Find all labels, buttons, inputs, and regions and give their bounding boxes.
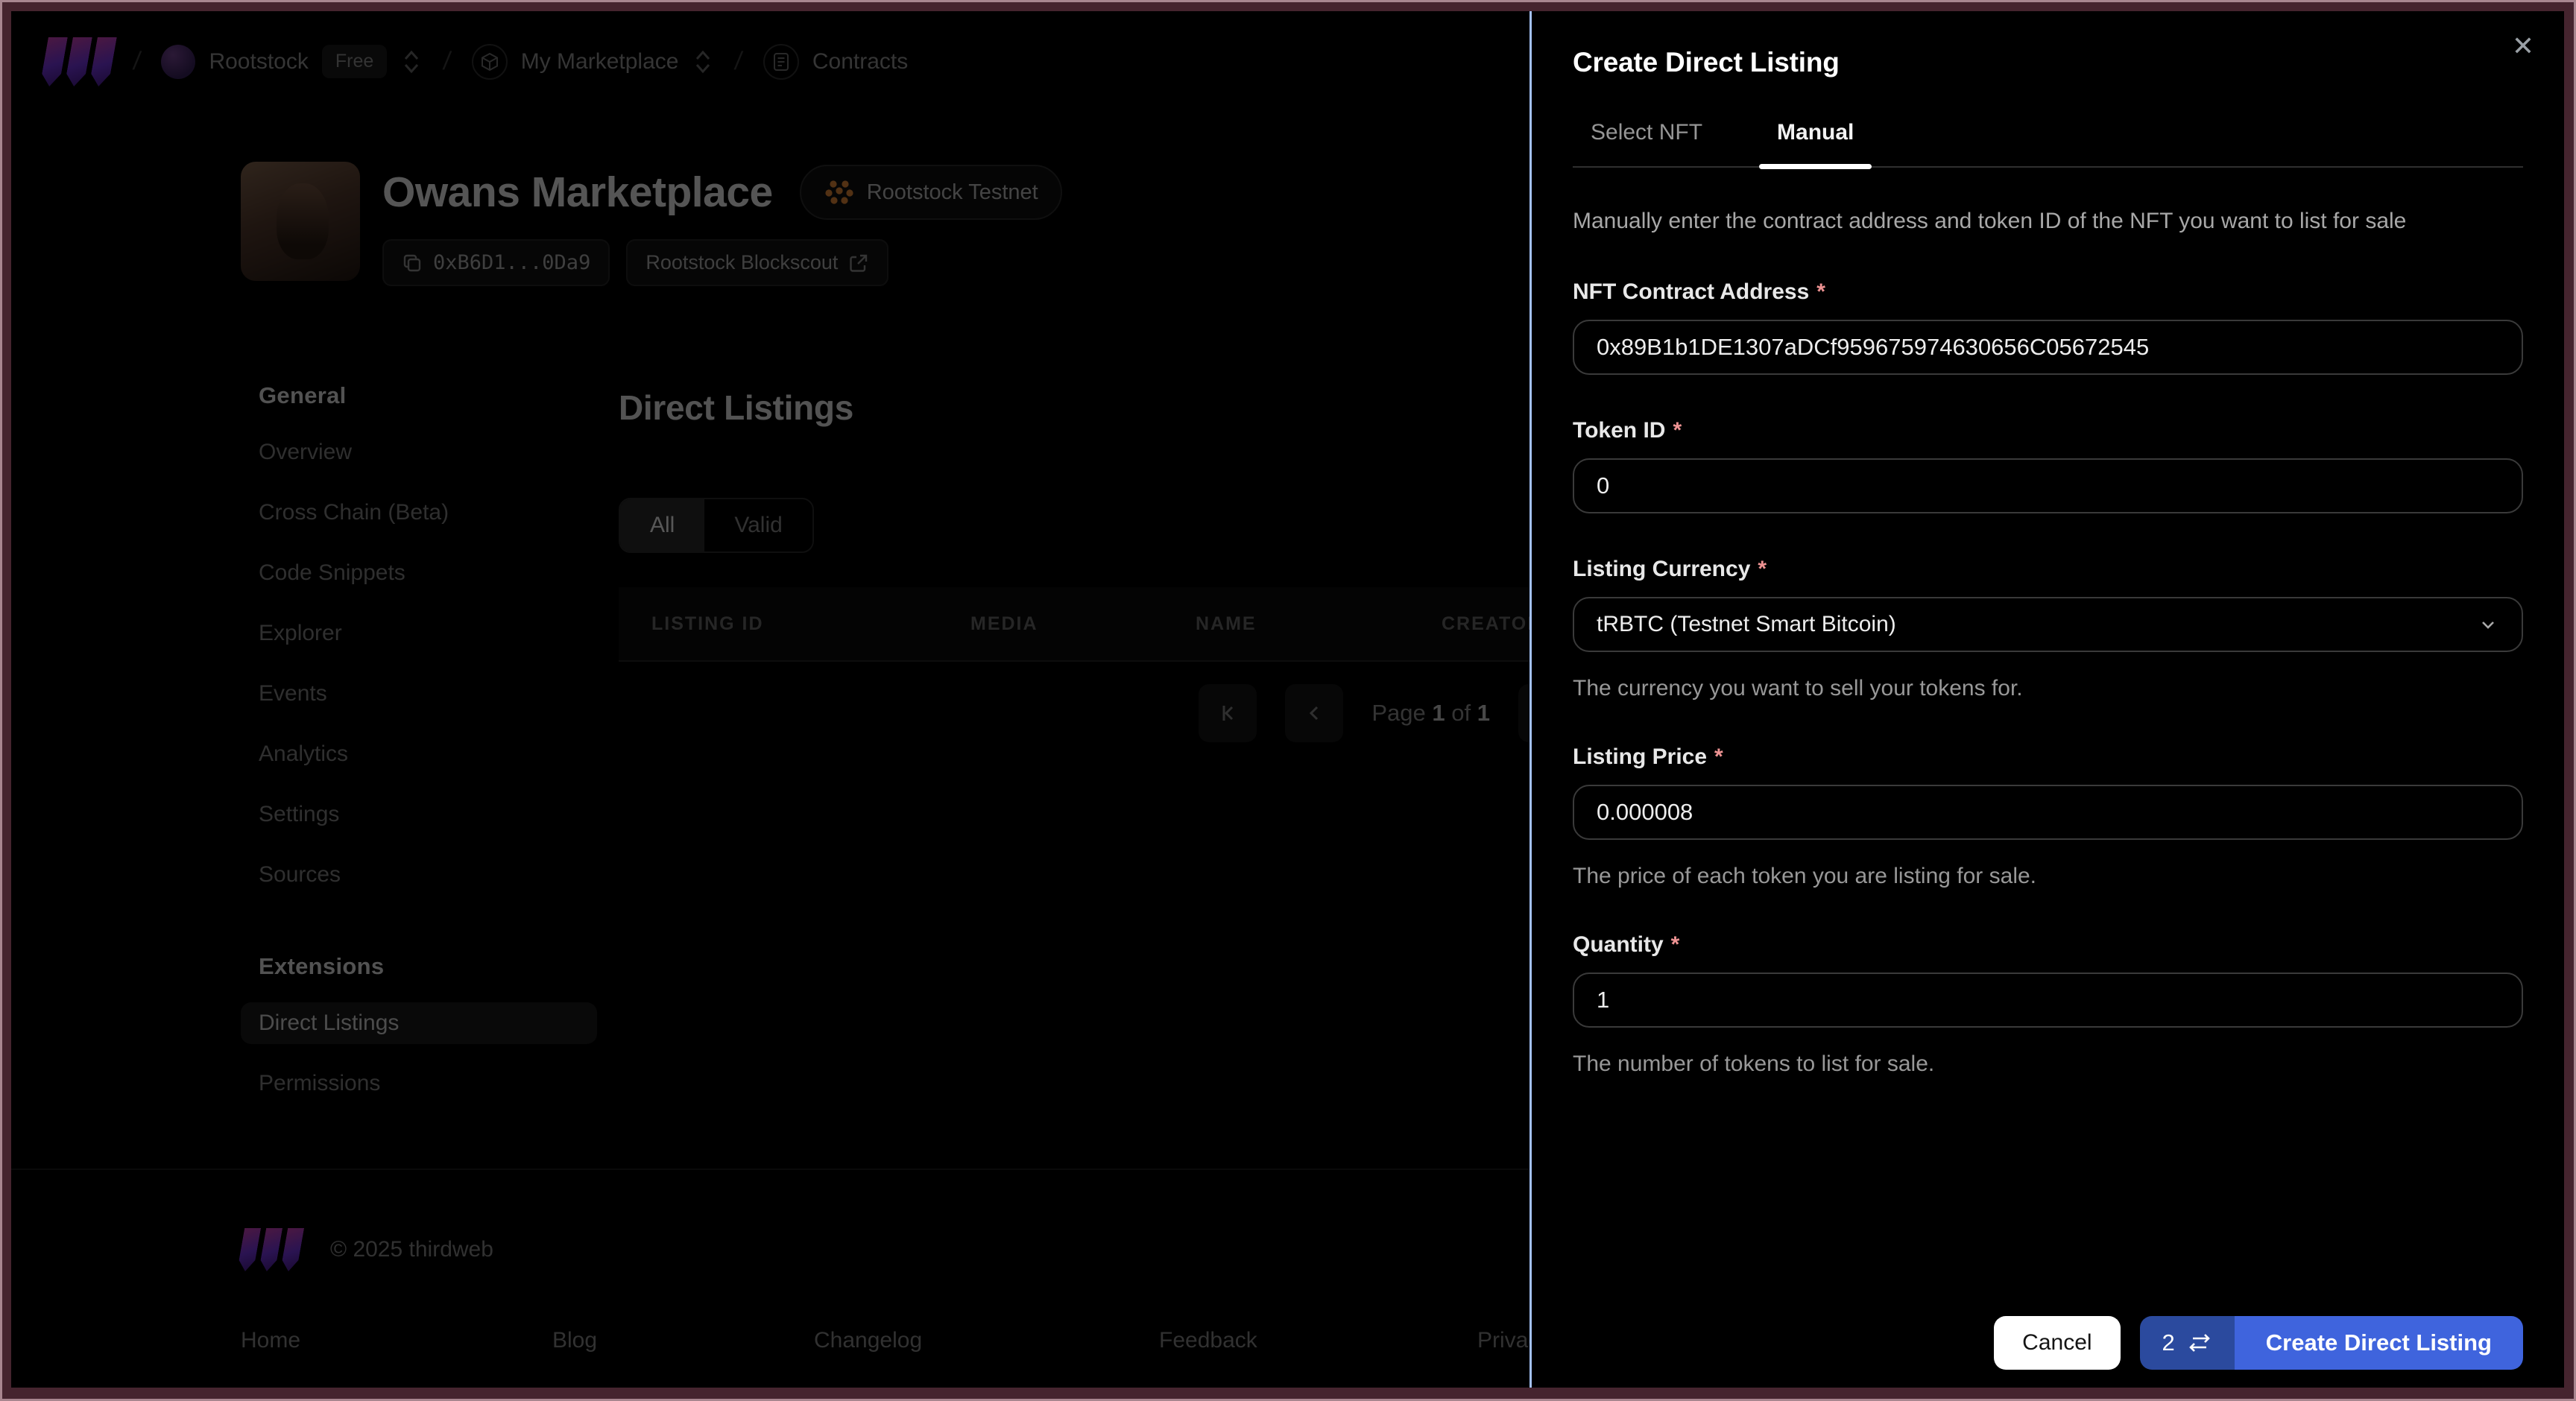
listing-price-field-group: Listing Price* The price of each token y…	[1573, 744, 2523, 889]
field-label: Listing Price *	[1573, 744, 1723, 769]
drawer-tab-label: Manual	[1777, 120, 1854, 145]
quantity-field-group: Quantity* The number of tokens to list f…	[1573, 932, 2523, 1077]
swap-arrows-icon	[2188, 1334, 2210, 1352]
chevron-down-icon	[2482, 622, 2494, 629]
window-frame-inner: / Rootstock Free / My Marketplace / Cont…	[2, 2, 2574, 1399]
create-direct-listing-button[interactable]: Create Direct Listing	[2234, 1316, 2523, 1370]
app-background: / Rootstock Free / My Marketplace / Cont…	[11, 11, 2564, 1388]
field-helper-text: The price of each token you are listing …	[1573, 864, 2037, 888]
quantity-input[interactable]	[1573, 973, 2523, 1028]
drawer-title: Create Direct Listing	[1573, 47, 1840, 78]
field-label: NFT Contract Address *	[1573, 279, 1825, 304]
drawer-tabs: Select NFT Manual	[1573, 120, 2523, 169]
field-label: Quantity *	[1573, 932, 1680, 957]
listing-currency-select[interactable]: tRBTC (Testnet Smart Bitcoin)	[1573, 597, 2523, 652]
create-direct-listing-drawer: ✕ Create Direct Listing Select NFT Manual…	[1530, 11, 2564, 1388]
required-marker: *	[1714, 744, 1723, 769]
required-marker: *	[1816, 279, 1825, 304]
field-label: Listing Currency *	[1573, 557, 1767, 581]
submit-split-button: 2 Create Direct Listing	[2139, 1316, 2523, 1370]
window-frame: / Rootstock Free / My Marketplace / Cont…	[0, 0, 2576, 1401]
field-label: Token ID *	[1573, 418, 1682, 443]
listing-currency-field-group: Listing Currency * tRBTC (Testnet Smart B…	[1573, 557, 2523, 701]
drawer-tab-label: Select NFT	[1591, 120, 1703, 145]
token-id-input[interactable]	[1573, 458, 2523, 513]
required-marker: *	[1673, 418, 1682, 443]
drawer-tab[interactable]: Manual	[1759, 120, 1872, 169]
close-icon[interactable]: ✕	[2512, 31, 2534, 62]
field-helper-text: The currency you want to sell your token…	[1573, 676, 2023, 700]
listing-price-input[interactable]	[1573, 785, 2523, 840]
drawer-description: Manually enter the contract address and …	[1573, 209, 2407, 233]
token-id-field-group: Token ID *	[1573, 418, 2523, 513]
drawer-tab[interactable]: Select NFT	[1573, 120, 1720, 166]
cancel-button[interactable]: Cancel	[1994, 1316, 2121, 1370]
field-helper-text: The number of tokens to list for sale.	[1573, 1051, 1935, 1076]
transaction-count-button[interactable]: 2	[2139, 1316, 2235, 1370]
nft-contract-address-field-group: NFT Contract Address *	[1573, 279, 2523, 375]
required-marker: *	[1670, 932, 1680, 957]
transaction-count: 2	[2162, 1329, 2175, 1356]
nft-contract-address-input[interactable]	[1573, 320, 2523, 375]
required-marker: *	[1758, 557, 1767, 581]
listing-currency-value: tRBTC (Testnet Smart Bitcoin)	[1597, 612, 1896, 636]
